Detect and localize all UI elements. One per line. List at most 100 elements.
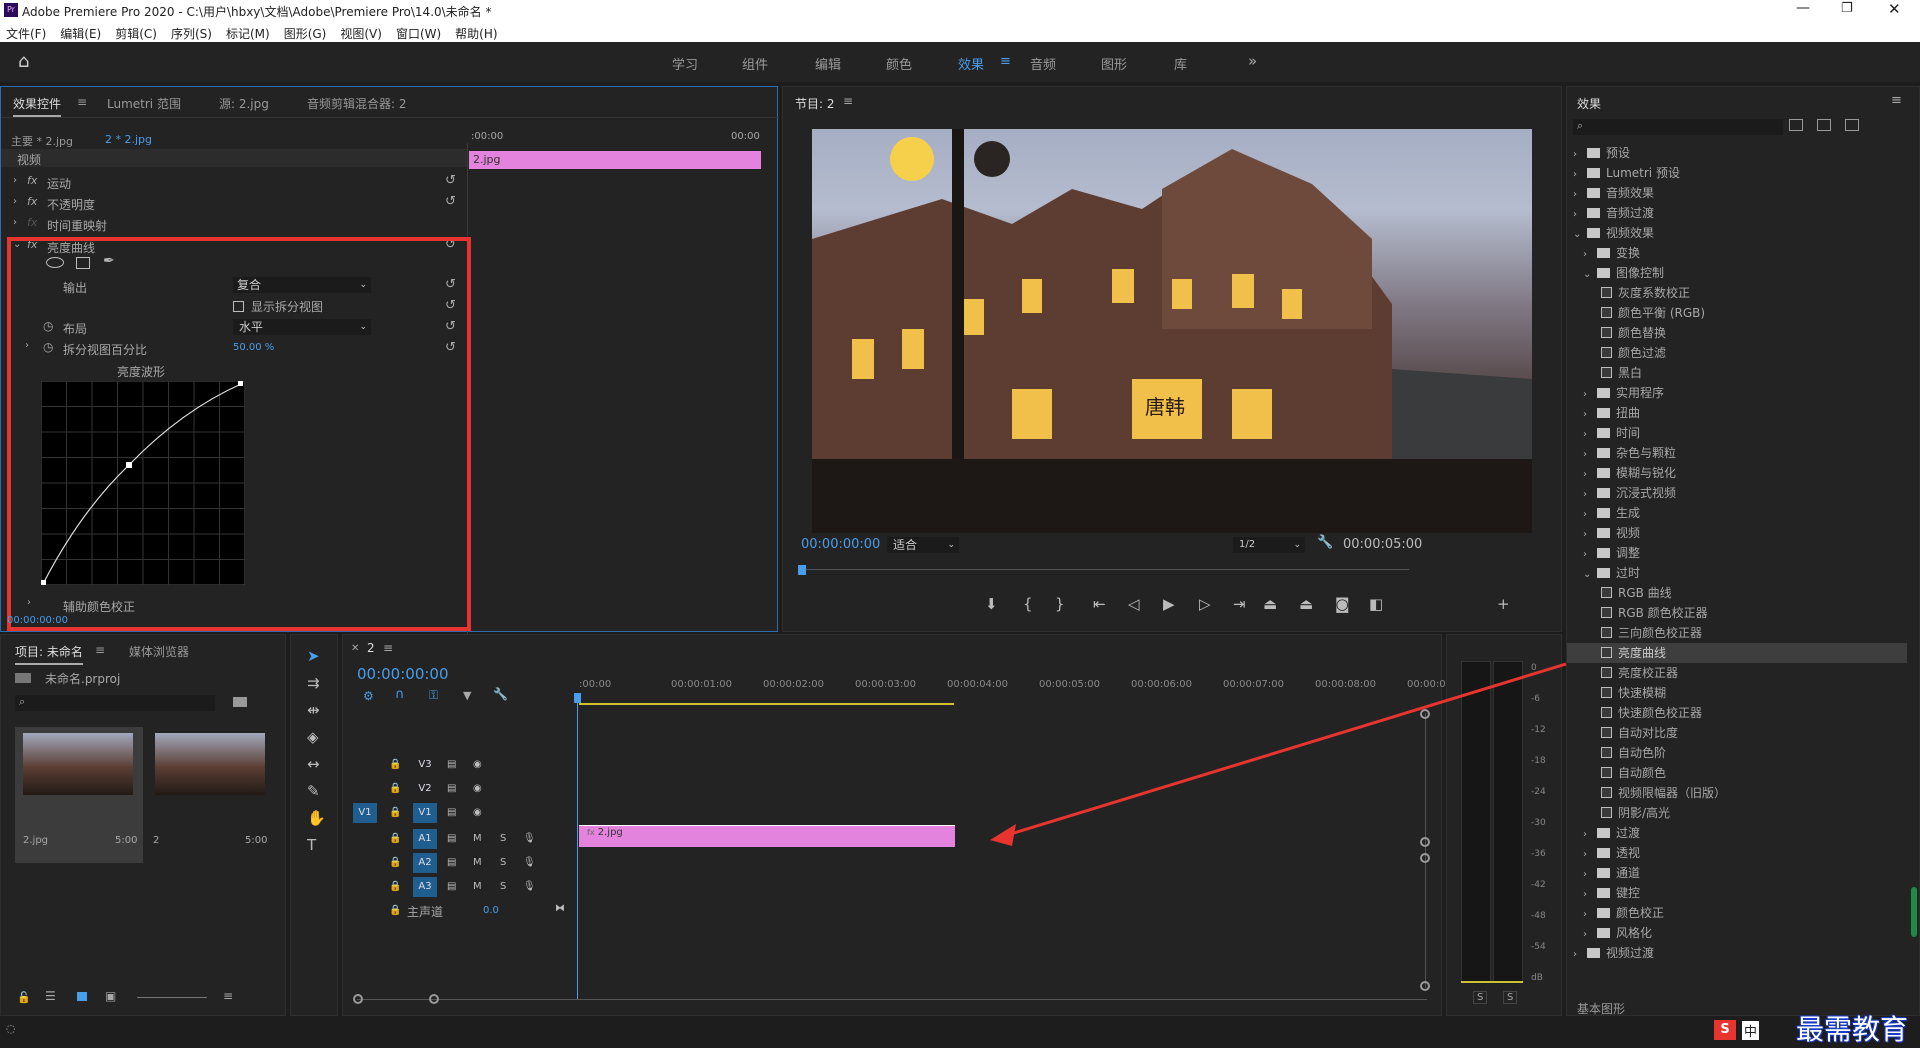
effects-folder[interactable]: › 变换 [1567,243,1907,263]
sync-lock-icon[interactable]: ▤ [447,783,456,794]
menu-item[interactable]: 剪辑(C) [115,25,157,42]
effects-scrollbar[interactable] [1911,887,1917,937]
effects-item[interactable]: 颜色过滤 [1567,343,1907,363]
curve-point[interactable] [238,381,243,386]
workspace-tab[interactable]: 库 [1174,54,1187,73]
ec-tab[interactable]: 音频剪辑混合器: 2 [307,95,407,112]
effects-folder[interactable]: › 杂色与颗粒 [1567,443,1907,463]
lift-icon[interactable]: ⏏ [1263,595,1277,613]
effects-search-input[interactable]: ⌕ [1573,119,1783,135]
work-area-bar[interactable] [579,703,954,705]
expand-chevron-icon[interactable]: › [25,340,29,351]
curve-point[interactable] [41,580,46,585]
split-pct-value[interactable]: 50.00 % [233,342,274,353]
fx-icon[interactable]: fx [27,174,37,187]
effects-folder[interactable]: › 通道 [1567,863,1907,883]
go-to-in-icon[interactable]: ⇤ [1093,595,1106,613]
output-select[interactable]: 复合 ⌄ [233,277,371,293]
mic-icon[interactable]: 🎙 [523,857,536,868]
zoom-slider[interactable] [137,997,207,998]
scroll-handle[interactable] [1420,709,1430,719]
stopwatch-icon[interactable]: ◷ [43,340,53,354]
track-target-button[interactable]: A1 [413,829,437,849]
layout-select[interactable]: 水平 ⌄ [233,319,371,335]
ec-tab[interactable]: 效果控件 [13,95,62,117]
scroll-handle[interactable] [429,994,439,1004]
new-bin-icon[interactable] [233,697,247,707]
scroll-handle[interactable] [1420,837,1430,847]
effects-folder[interactable]: › 沉浸式视频 [1567,483,1907,503]
effects-item[interactable]: 颜色替换 [1567,323,1907,343]
maximize-button[interactable]: ❐ [1841,1,1853,16]
hand-tool-icon[interactable]: ✋ [307,809,326,827]
pen-mask-icon[interactable]: ✒ [103,253,115,269]
lock-icon[interactable]: 🔒 [389,833,401,844]
effects-folder[interactable]: › 实用程序 [1567,383,1907,403]
effects-folder[interactable]: › 音频效果 [1567,183,1907,203]
expand-chevron-icon[interactable]: › [13,217,17,228]
effects-folder[interactable]: › 键控 [1567,883,1907,903]
resolution-select[interactable]: 1/2 ⌄ [1233,537,1305,553]
project-search-input[interactable]: ⌕ [15,695,215,711]
type-tool-icon[interactable]: T [307,836,316,854]
menu-item[interactable]: 视图(V) [340,25,382,42]
add-button[interactable]: + [1497,595,1510,613]
effects-item[interactable]: RGB 曲线 [1567,583,1907,603]
linked-selection-icon[interactable]: ⚿ [429,688,438,703]
timeline-tab[interactable]: 2 [367,641,375,655]
effects-folder[interactable]: › 风格化 [1567,923,1907,943]
eye-icon[interactable]: ◉ [473,807,482,818]
luma-curve-graph[interactable] [41,381,245,585]
timeline-hscroll[interactable] [357,999,1427,1000]
effects-item[interactable]: 快速颜色校正器 [1567,703,1907,723]
effects-item[interactable]: 视频限幅器（旧版） [1567,783,1907,803]
menu-item[interactable]: 图形(G) [284,25,327,42]
close-button[interactable]: ✕ [1888,0,1901,18]
clip-dropdown[interactable]: 2 * 2.jpg [105,133,152,146]
solo-button[interactable]: S [500,881,506,892]
effects-folder[interactable]: › Lumetri 预设 [1567,163,1907,183]
timeline-timecode[interactable]: 00:00:00:00 [357,665,449,683]
effects-footer[interactable]: 基本图形 [1577,1000,1625,1017]
program-timecode[interactable]: 00:00:00:00 [801,537,880,552]
snap-icon[interactable]: ∩ [395,687,405,702]
scroll-handle[interactable] [353,994,363,1004]
home-icon[interactable]: ⌂ [18,51,29,72]
sort-icon[interactable]: ≡ [223,989,233,1003]
sync-lock-icon[interactable]: ▤ [447,857,456,868]
solo-button[interactable]: S [1503,991,1518,1004]
effects-folder[interactable]: › 音频过渡 [1567,203,1907,223]
program-title[interactable]: 节目: 2 [795,95,835,112]
effects-item[interactable]: 自动色阶 [1567,743,1907,763]
step-forward-icon[interactable]: ▷ [1199,595,1211,613]
effects-folder[interactable]: › 过渡 [1567,823,1907,843]
menu-icon[interactable]: ≡ [383,641,393,655]
mark-in-icon[interactable]: { [1023,595,1033,613]
fit-select[interactable]: 适合 ⌄ [887,537,959,553]
track-select-icon[interactable]: ⇉ [307,674,320,692]
menu-item[interactable]: 编辑(E) [60,25,101,42]
menu-item[interactable]: 文件(F) [6,25,46,42]
effects-item[interactable]: 灰度系数校正 [1567,283,1907,303]
menu-icon[interactable]: ≡ [843,94,853,108]
effects-item[interactable]: 黑白 [1567,363,1907,383]
lock-icon[interactable]: 🔒 [389,759,401,770]
project-item[interactable]: 2.jpg 5:00 [15,727,143,863]
effects-folder[interactable]: › 时间 [1567,423,1907,443]
effects-folder[interactable]: › 视频过渡 [1567,943,1907,963]
effects-folder[interactable]: › 扭曲 [1567,403,1907,423]
workspace-tab[interactable]: 图形 [1101,54,1127,73]
reset-icon[interactable]: ↺ [445,194,456,209]
effects-folder[interactable]: › 视频 [1567,523,1907,543]
workspace-tab[interactable]: 颜色 [886,54,912,73]
add-marker-icon[interactable]: ▼ [463,689,471,702]
fx-icon[interactable]: fx [27,216,37,229]
sync-lock-icon[interactable]: ▤ [447,759,456,770]
track-target-button[interactable]: V1 [413,803,437,823]
menu-item[interactable]: 帮助(H) [455,25,497,42]
project-tab[interactable]: 媒体浏览器 [129,643,189,660]
effects-item[interactable]: 阴影/高光 [1567,803,1907,823]
effects-folder[interactable]: ⌄ 图像控制 [1567,263,1907,283]
mute-button[interactable]: M [473,857,482,868]
pen-tool-icon[interactable]: ✎ [307,782,320,800]
